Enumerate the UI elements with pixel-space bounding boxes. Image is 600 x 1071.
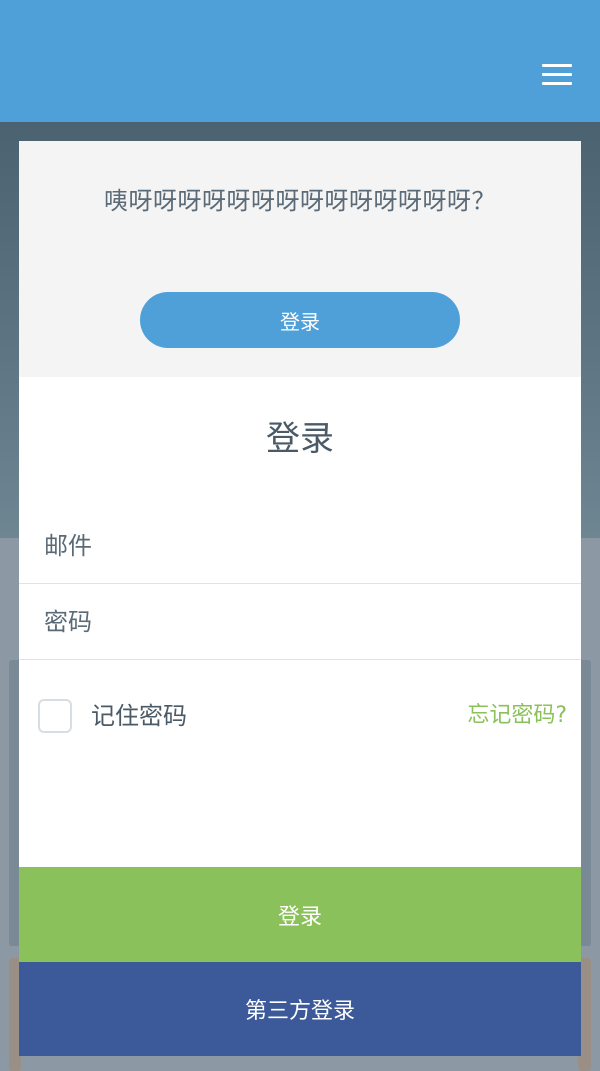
email-field[interactable]	[19, 508, 581, 583]
login-modal: 咦呀呀呀呀呀呀呀呀呀呀呀呀呀呀？ 登录 登录 记住密码 忘记密码? 登录 第三方…	[19, 141, 581, 1056]
hamburger-menu-icon[interactable]	[542, 64, 572, 86]
form-title: 登录	[266, 419, 334, 459]
remember-row: 记住密码 忘记密码?	[19, 689, 581, 747]
remember-label: 记住密码	[91, 702, 187, 730]
promo-text: 咦呀呀呀呀呀呀呀呀呀呀呀呀呀呀？	[104, 187, 496, 215]
top-bar	[0, 0, 600, 122]
login-submit-button[interactable]: 登录	[19, 867, 581, 962]
promo-login-button[interactable]: 登录	[140, 292, 460, 348]
promo-section: 咦呀呀呀呀呀呀呀呀呀呀呀呀呀呀？ 登录	[19, 141, 581, 377]
third-party-login-button[interactable]: 第三方登录	[19, 962, 581, 1056]
email-field-row	[19, 508, 581, 584]
password-field[interactable]	[19, 584, 581, 659]
forgot-password-link[interactable]: 忘记密码?	[467, 699, 567, 733]
password-field-row	[19, 584, 581, 660]
remember-checkbox[interactable]	[38, 699, 72, 733]
